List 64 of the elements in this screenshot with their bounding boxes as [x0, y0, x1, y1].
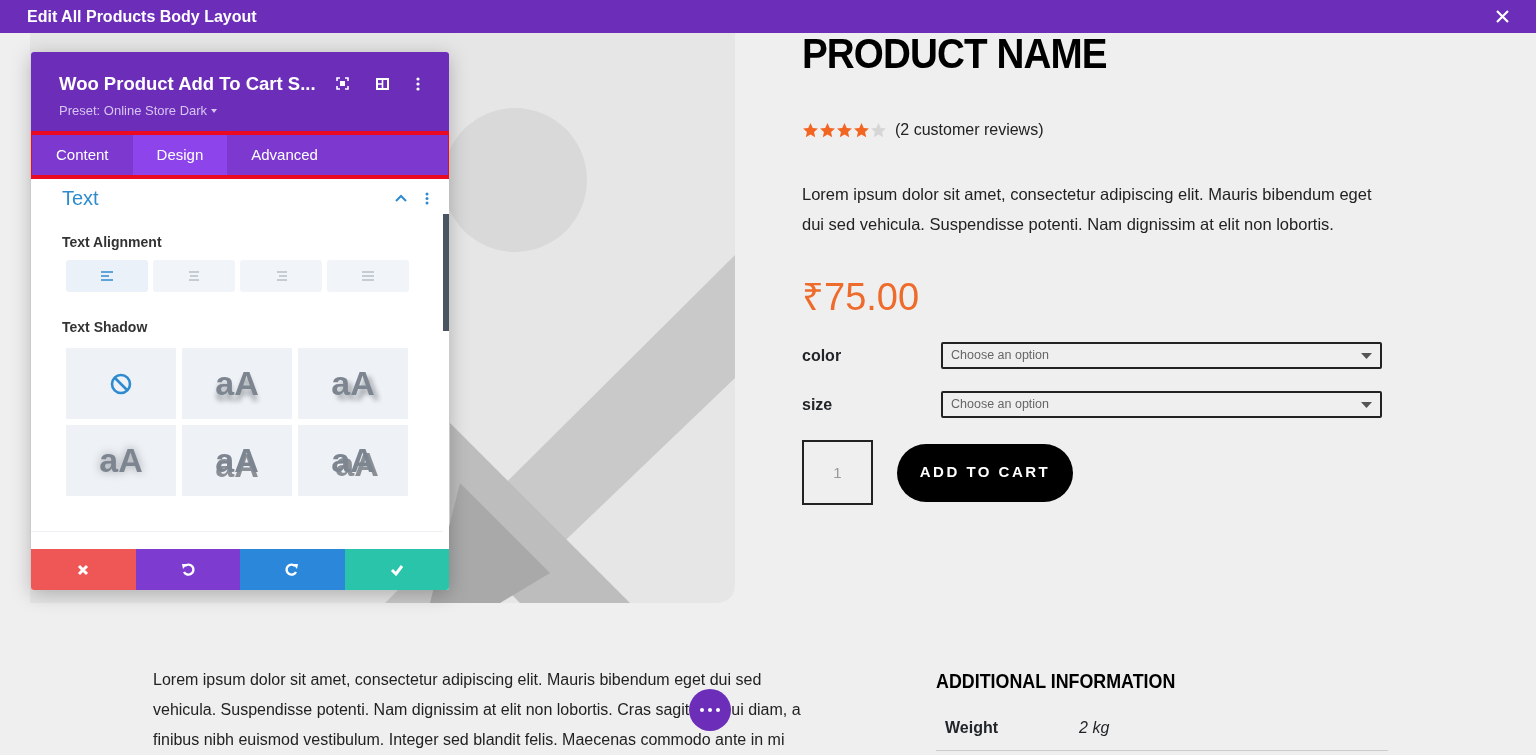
star-icon [870, 121, 887, 139]
field-label: Text Shadow [62, 318, 149, 337]
description-line: ui diam, a [731, 700, 801, 720]
more-icon [700, 708, 721, 712]
shadow-option[interactable]: aA [182, 348, 292, 419]
more-button[interactable] [689, 689, 732, 731]
redo-icon [285, 562, 300, 577]
field-label: Text Alignment [62, 233, 163, 252]
scrollbar[interactable] [443, 214, 449, 331]
align-center-icon [187, 270, 201, 282]
close-icon[interactable] [1496, 10, 1509, 23]
chevron-icon[interactable] [395, 193, 407, 203]
variation-label: color [802, 345, 843, 366]
variation-label: size [802, 394, 834, 415]
focus-icon[interactable] [335, 77, 349, 91]
review-count[interactable]: (2 customer reviews) [895, 118, 1044, 142]
redo-button[interactable] [240, 549, 345, 590]
section-title[interactable]: Text [62, 183, 395, 213]
columns-icon[interactable] [375, 77, 389, 90]
shadow-option[interactable]: aA [298, 348, 408, 419]
description-line: vehicula. Suspendisse potenti. Nam dignissim at elit non lobortis. Cras sagit [153, 700, 690, 720]
close-icon [76, 562, 91, 577]
product-description: Lorem ipsum dolor sit amet, consectetur adipiscing elit. Mauris bibendum eget dui sed vehicula. Suspendisse potenti. Nam dignissim at elit non lobortis. [802, 184, 1373, 235]
shadow-option[interactable]: aA [182, 425, 292, 496]
product-title: PRODUCT NAME [802, 33, 1108, 75]
panel-tab[interactable]: Content [32, 135, 133, 175]
shadow-option[interactable] [66, 348, 176, 419]
star-icon [802, 121, 819, 139]
description-line: Lorem ipsum dolor sit amet, consectetur adipiscing elit. Mauris bibendum eget dui sed [153, 670, 762, 690]
section-heading: ADDITIONAL INFORMATION [936, 668, 1177, 694]
select-field[interactable]: Choose an option [941, 391, 1382, 418]
align-right-icon [274, 270, 288, 282]
product-price: ₹75.00 [802, 275, 921, 320]
panel-tab[interactable]: Design [132, 135, 228, 175]
description-line: finibus nibh euismod vestibulum. Integer sed blandit felis. Maecenas commodo ante in mi [153, 730, 785, 750]
undo-icon [180, 562, 195, 577]
alignment-button[interactable] [240, 260, 322, 292]
star-icon [853, 121, 870, 139]
kebab-menu-icon[interactable] [415, 76, 420, 91]
quantity-field[interactable]: 1 [802, 440, 873, 505]
caret-icon [211, 108, 218, 113]
none-icon [110, 372, 132, 395]
dropdown-arrow-icon [1361, 401, 1372, 408]
shadow-option[interactable]: aA [298, 425, 408, 496]
panel-tab[interactable]: Advanced [227, 135, 342, 175]
star-icon [836, 121, 853, 139]
star-icon [819, 121, 836, 139]
alignment-button[interactable] [66, 260, 148, 292]
preset-dropdown[interactable]: Preset: Online Store Dark [59, 100, 218, 121]
layout-title: Edit All Products Body Layout [27, 6, 257, 27]
alignment-button[interactable] [327, 260, 409, 292]
shadow-option[interactable]: aA [66, 425, 176, 496]
align-justify-icon [361, 270, 375, 282]
dropdown-arrow-icon [1361, 352, 1372, 359]
attribute-value: 2 kg [1079, 717, 1110, 738]
attribute-label: Weight [945, 717, 999, 738]
select-field[interactable]: Choose an option [941, 342, 1382, 369]
panel-title: Woo Product Add To Cart S... [59, 72, 316, 96]
alignment-button[interactable] [153, 260, 235, 292]
kebab-menu-icon[interactable] [425, 191, 429, 205]
undo-button[interactable] [135, 549, 240, 590]
check-icon [389, 562, 404, 577]
align-left-icon [100, 270, 114, 282]
add-to-cart-button[interactable]: ADD TO CART [897, 443, 1073, 502]
